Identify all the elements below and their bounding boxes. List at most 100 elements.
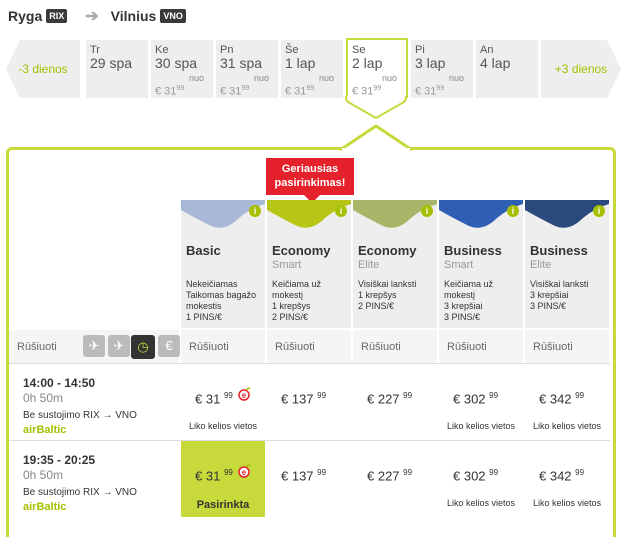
price-value: € 31 99 — [195, 391, 233, 407]
price-note: Liko kelios vietos — [446, 421, 516, 431]
day-date: 1 lap — [285, 55, 316, 71]
fare-price-option[interactable]: € 227 99 — [353, 364, 437, 440]
fare-name: Business — [530, 243, 588, 258]
fare-subtitle: Elite — [530, 259, 552, 271]
fare-price-option[interactable]: € 342 99 Liko kelios vietos — [525, 441, 609, 517]
info-icon[interactable]: i — [421, 205, 433, 217]
airline-name: airBaltic — [23, 501, 67, 513]
flight-duration: 0h 50m — [23, 468, 64, 482]
price-value: € 342 99 — [539, 391, 585, 407]
fare-price-option[interactable]: € 227 99 — [353, 441, 437, 517]
route-header: Ryga RIX ➔ Vilnius VNO — [8, 6, 186, 26]
fare-name: Economy — [272, 243, 331, 258]
svg-text:e: e — [242, 391, 247, 400]
price-from-label: nuo — [381, 73, 397, 83]
fare-features: Keičiama už mokestį 1 krepšys 2 PINS/€ — [272, 279, 322, 322]
price-note: Liko kelios vietos — [532, 421, 602, 431]
fare-features: Visiškai lanksti 3 krepšiai 3 PINS/€ — [530, 279, 589, 311]
info-icon[interactable]: i — [593, 205, 605, 217]
price-from-label: nuo — [253, 73, 269, 83]
flight-time: 14:00 - 14:50 — [23, 376, 96, 390]
day-option-1[interactable]: Ke 30 spa nuo € 3199 — [151, 40, 213, 98]
day-option-5[interactable]: Pi 3 lap nuo € 3199 — [411, 40, 473, 98]
arrival-icon[interactable]: ✈ — [108, 335, 130, 357]
destination-code-badge: VNO — [160, 9, 186, 23]
sort-fare-button-4[interactable]: Rūšiuoti — [525, 330, 609, 363]
sort-fare-button-2[interactable]: Rūšiuoti — [353, 330, 437, 363]
day-option-0[interactable]: Tr 29 spa — [86, 40, 148, 98]
clock-icon[interactable]: ◷ — [131, 335, 155, 359]
flight-info: 14:00 - 14:50 0h 50m Be sustojimo RIX → … — [9, 376, 179, 440]
info-icon[interactable]: i — [507, 205, 519, 217]
prev-days-button[interactable]: -3 dienos — [6, 40, 80, 98]
fare-features: Keičiama už mokestį 3 krepšiai 3 PINS/€ — [444, 279, 494, 322]
fare-price-option[interactable]: € 302 99 Liko kelios vietos — [439, 364, 523, 440]
sort-fare-button-1[interactable]: Rūšiuoti — [267, 330, 351, 363]
origin-city: Ryga — [8, 8, 43, 24]
airline-name: airBaltic — [23, 424, 67, 436]
fare-column-1: i Economy Smart Keičiama už mokestį 1 kr… — [267, 200, 351, 328]
sort-bar: Rūšiuoti ✈ ✈ ◷ € — [9, 330, 180, 363]
fare-price-option[interactable]: € 342 99 Liko kelios vietos — [525, 364, 609, 440]
best-choice-badge: Geriausias pasirinkimas! — [266, 158, 354, 203]
fare-price-option[interactable]: € 137 99 — [267, 441, 351, 517]
fare-name: Basic — [186, 243, 221, 258]
day-date: 3 lap — [415, 55, 446, 71]
price-value: € 227 99 — [367, 468, 413, 484]
svg-text:e: e — [242, 468, 247, 477]
price-value: € 31 99 — [195, 468, 233, 484]
day-option-6[interactable]: An 4 lap — [476, 40, 538, 98]
sort-label: Rūšiuoti — [17, 341, 57, 353]
eco-leaf-icon: e — [238, 387, 251, 401]
next-days-button[interactable]: +3 dienos — [541, 40, 621, 98]
fare-subtitle: Smart — [444, 259, 474, 271]
fare-subtitle: Smart — [272, 259, 302, 271]
day-option-2[interactable]: Pn 31 spa nuo € 3199 — [216, 40, 278, 98]
day-date: 2 lap — [352, 55, 383, 71]
fare-name: Economy — [358, 243, 417, 258]
fare-column-2: i Economy Elite Visiškai lanksti 1 krepš… — [353, 200, 437, 328]
origin-code-badge: RIX — [46, 9, 68, 23]
day-option-4[interactable]: Se 2 lap nuo € 3199 — [346, 38, 408, 98]
price-value: € 137 99 — [281, 468, 327, 484]
fare-column-3: i Business Smart Keičiama už mokestį 3 k… — [439, 200, 523, 328]
price-note: Pasirinkta — [196, 499, 250, 511]
fare-price-option[interactable]: € 31 99 e Pasirinkta — [181, 441, 265, 517]
euro-icon[interactable]: € — [158, 335, 180, 357]
flight-stops: Be sustojimo RIX → VNO — [23, 487, 137, 498]
fare-features: Nekeičiamas Taikomas bagažo mokestis 1 P… — [186, 279, 257, 322]
info-icon[interactable]: i — [249, 205, 261, 217]
price-value: € 342 99 — [539, 468, 585, 484]
departure-icon[interactable]: ✈ — [83, 335, 105, 357]
fare-name: Business — [444, 243, 502, 258]
price-note: Liko kelios vietos — [532, 498, 602, 508]
frame-notch — [340, 124, 413, 152]
price-note: Liko kelios vietos — [446, 498, 516, 508]
flight-info: 19:35 - 20:25 0h 50m Be sustojimo RIX → … — [9, 453, 179, 517]
fare-subtitle: Elite — [358, 259, 380, 271]
destination-city: Vilnius — [110, 8, 157, 24]
fare-column-0: i Basic Nekeičiamas Taikomas bagažo moke… — [181, 200, 265, 328]
sort-fare-button-3[interactable]: Rūšiuoti — [439, 330, 523, 363]
day-option-3[interactable]: Še 1 lap nuo € 3199 — [281, 40, 343, 98]
price-value: € 302 99 — [453, 391, 499, 407]
sort-fare-button-0[interactable]: Rūšiuoti — [181, 330, 265, 363]
flight-duration: 0h 50m — [23, 391, 64, 405]
price-from-label: nuo — [448, 73, 464, 83]
flight-stops: Be sustojimo RIX → VNO — [23, 410, 137, 421]
fare-price-option[interactable]: € 302 99 Liko kelios vietos — [439, 441, 523, 517]
eco-leaf-icon: e — [238, 464, 251, 478]
price-value: € 302 99 — [453, 468, 499, 484]
info-icon[interactable]: i — [335, 205, 347, 217]
price-value: € 137 99 — [281, 391, 327, 407]
day-date: 30 spa — [155, 55, 198, 71]
price-from-label: nuo — [318, 73, 334, 83]
fare-features: Visiškai lanksti 1 krepšys 2 PINS/€ — [358, 279, 417, 311]
day-date: 31 spa — [220, 55, 263, 71]
fare-column-4: i Business Elite Visiškai lanksti 3 krep… — [525, 200, 609, 328]
price-value: € 227 99 — [367, 391, 413, 407]
fare-price-option[interactable]: € 137 99 — [267, 364, 351, 440]
arrow-right-icon: ➔ — [85, 8, 99, 25]
day-date: 29 spa — [90, 55, 133, 71]
price-from-label: nuo — [188, 73, 204, 83]
